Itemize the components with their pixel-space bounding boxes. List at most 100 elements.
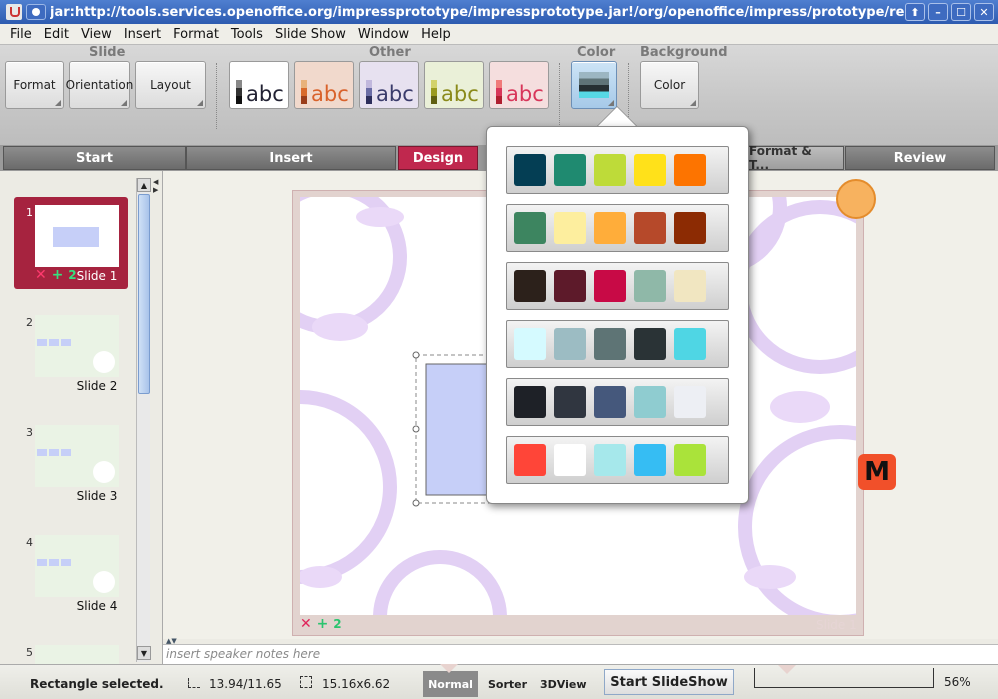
pane-collapse-icon[interactable]: ◀ ▶ <box>153 178 161 200</box>
theme-swatch <box>301 80 307 104</box>
theme-thumbnail[interactable]: abc <box>359 61 419 109</box>
slide-thumbnail-item[interactable]: 5 <box>14 637 128 664</box>
add-slide-icon[interactable]: + <box>52 267 64 283</box>
view-sorter-button[interactable]: Sorter <box>488 678 527 691</box>
color-swatch[interactable] <box>594 444 626 476</box>
layout-button[interactable]: Layout <box>135 61 206 109</box>
color-scheme-row[interactable] <box>506 378 729 426</box>
tab-format-text[interactable]: Format & T... <box>748 144 844 172</box>
color-swatch[interactable] <box>634 328 666 360</box>
color-scheme-button[interactable] <box>571 61 617 109</box>
group-label-other: Other <box>369 45 411 60</box>
slide-thumbnail-item[interactable]: 3 Slide 3 <box>14 417 128 509</box>
orientation-button[interactable]: Orientation <box>66 61 133 109</box>
window-pin-button[interactable]: ⬆ <box>905 3 925 21</box>
color-swatch[interactable] <box>554 386 586 418</box>
format-button[interactable]: Format <box>5 61 64 109</box>
slide-corner-handle-icon[interactable] <box>836 179 876 219</box>
speaker-notes-input[interactable]: insert speaker notes here <box>163 644 998 664</box>
color-swatch[interactable] <box>674 212 706 244</box>
tab-format-text-label: Format & T... <box>749 144 812 172</box>
menu-slide-show[interactable]: Slide Show <box>275 27 346 42</box>
preview-shape <box>37 559 47 566</box>
color-swatch[interactable] <box>594 154 626 186</box>
color-swatch[interactable] <box>594 270 626 302</box>
theme-sample-text: abc <box>311 82 349 106</box>
color-swatch[interactable] <box>554 270 586 302</box>
tab-start[interactable]: Start <box>3 146 186 170</box>
color-swatch[interactable] <box>634 212 666 244</box>
color-swatch[interactable] <box>554 212 586 244</box>
slide-thumbnail-item[interactable]: 4 Slide 4 <box>14 527 128 619</box>
color-swatch[interactable] <box>554 154 586 186</box>
color-scheme-row[interactable] <box>506 262 729 310</box>
menu-format[interactable]: Format <box>173 27 219 42</box>
color-swatch[interactable] <box>554 444 586 476</box>
slide-thumbnail-item[interactable]: 1 Slide 1 ✕ + 2 <box>14 197 128 289</box>
theme-thumbnail[interactable]: abc <box>424 61 484 109</box>
ribbon-separator <box>216 63 217 129</box>
slide-preview <box>35 205 119 267</box>
color-swatch[interactable] <box>634 270 666 302</box>
add-slide-icon[interactable]: + <box>317 616 329 632</box>
master-badge[interactable]: M <box>858 454 896 490</box>
color-swatch[interactable] <box>674 270 706 302</box>
color-scheme-row[interactable] <box>506 436 729 484</box>
menu-view[interactable]: View <box>81 27 112 42</box>
slide-pane-scrollbar[interactable]: ▲ ▼ <box>136 178 151 662</box>
tab-review[interactable]: Review <box>845 146 995 170</box>
menu-window[interactable]: Window <box>358 27 409 42</box>
background-color-button[interactable]: Color <box>640 61 699 109</box>
scrollbar-thumb[interactable] <box>138 194 150 394</box>
color-swatch[interactable] <box>634 386 666 418</box>
system-menu-button[interactable] <box>26 4 46 20</box>
scroll-down-arrow-icon[interactable]: ▼ <box>137 646 151 660</box>
color-swatch[interactable] <box>514 212 546 244</box>
color-swatch[interactable] <box>514 270 546 302</box>
color-swatch[interactable] <box>674 386 706 418</box>
tab-insert[interactable]: Insert <box>186 146 396 170</box>
color-swatch[interactable] <box>594 212 626 244</box>
color-swatch[interactable] <box>554 328 586 360</box>
menu-edit[interactable]: Edit <box>44 27 69 42</box>
start-slideshow-button[interactable]: Start SlideShow <box>604 669 734 695</box>
color-swatch[interactable] <box>634 444 666 476</box>
view-normal-button[interactable]: Normal <box>423 671 478 697</box>
menu-insert[interactable]: Insert <box>124 27 161 42</box>
theme-thumbnail[interactable]: abc <box>294 61 354 109</box>
view-3d-button[interactable]: 3DView <box>540 678 587 691</box>
preview-rectangle <box>53 227 99 247</box>
color-swatch[interactable] <box>674 444 706 476</box>
theme-thumbnail[interactable]: abc <box>489 61 549 109</box>
zoom-value: 56% <box>944 675 971 689</box>
color-swatch[interactable] <box>594 328 626 360</box>
menu-file[interactable]: File <box>10 27 32 42</box>
color-scheme-row[interactable] <box>506 204 729 252</box>
scroll-up-arrow-icon[interactable]: ▲ <box>137 178 151 192</box>
color-swatch[interactable] <box>514 444 546 476</box>
window-minimize-button[interactable]: – <box>928 3 948 21</box>
tab-design[interactable]: Design <box>398 146 478 170</box>
window-close-button[interactable]: ✕ <box>974 3 994 21</box>
theme-thumbnail[interactable]: abc <box>229 61 289 109</box>
slide-preview <box>35 645 119 664</box>
color-swatch[interactable] <box>514 154 546 186</box>
menu-tools[interactable]: Tools <box>231 27 263 42</box>
color-swatch[interactable] <box>674 328 706 360</box>
window-maximize-button[interactable]: ☐ <box>951 3 971 21</box>
delete-slide-icon[interactable]: ✕ <box>300 616 312 632</box>
theme-sample-text: abc <box>441 82 479 106</box>
zoom-slider-thumb-icon[interactable] <box>778 665 796 674</box>
tab-insert-label: Insert <box>269 150 313 166</box>
preview-shape <box>37 339 47 346</box>
color-swatch[interactable] <box>514 386 546 418</box>
color-swatch[interactable] <box>514 328 546 360</box>
color-swatch[interactable] <box>674 154 706 186</box>
slide-thumbnail-item[interactable]: 2 Slide 2 <box>14 307 128 399</box>
color-scheme-row[interactable] <box>506 146 729 194</box>
color-swatch[interactable] <box>634 154 666 186</box>
menu-help[interactable]: Help <box>421 27 451 42</box>
color-scheme-row[interactable] <box>506 320 729 368</box>
color-swatch[interactable] <box>594 386 626 418</box>
delete-slide-icon[interactable]: ✕ <box>35 267 47 283</box>
